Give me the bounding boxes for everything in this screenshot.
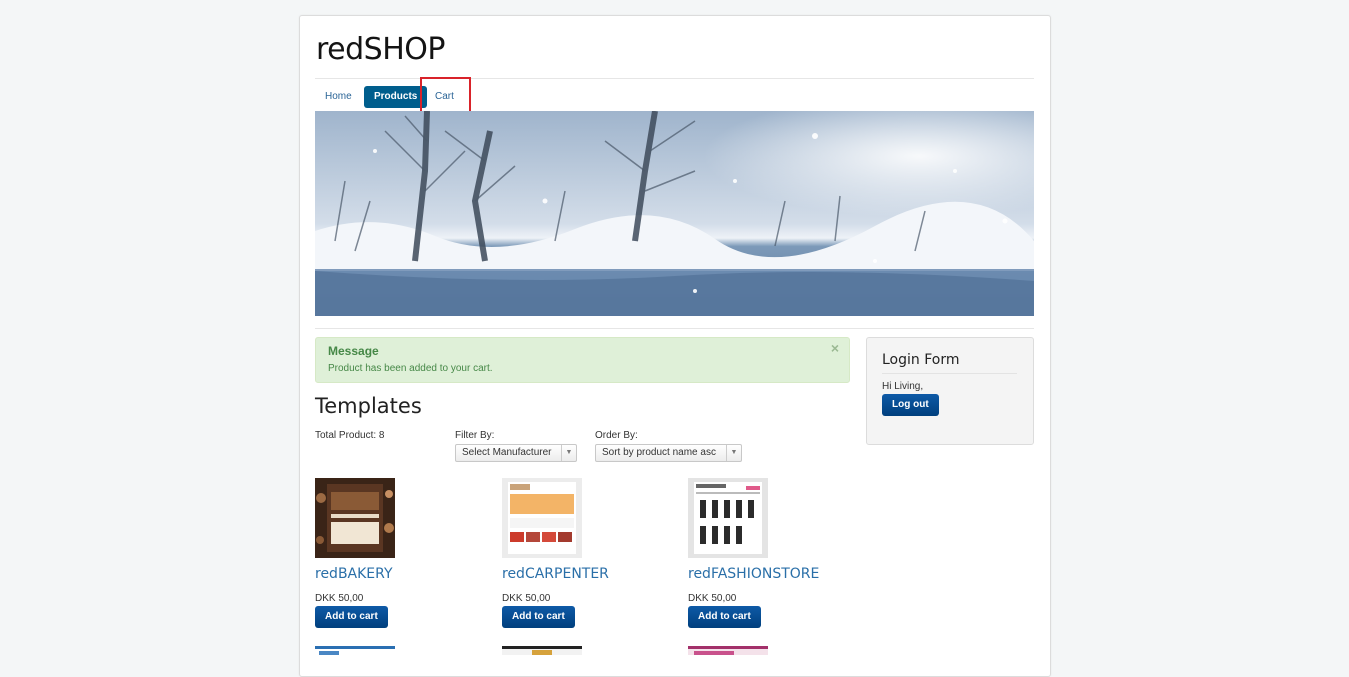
product-thumbnail[interactable] (315, 643, 395, 655)
order-select-value: Sort by product name asc (602, 447, 716, 458)
message-text: Product has been added to your cart. (328, 363, 493, 374)
filter-label: Filter By: (455, 430, 495, 441)
product-thumbnail[interactable] (315, 478, 395, 558)
order-select[interactable]: Sort by product name asc ▼ (595, 444, 742, 462)
product-name-link[interactable]: redCARPENTER (502, 566, 609, 582)
product-name-link[interactable]: redFASHIONSTORE (688, 566, 819, 582)
add-to-cart-button[interactable]: Add to cart (502, 606, 575, 628)
product-price: DKK 50,00 (315, 593, 364, 604)
logout-button[interactable]: Log out (882, 394, 939, 416)
product-thumbnail[interactable] (688, 478, 768, 558)
cart-highlight-box (420, 77, 471, 113)
product-price: DKK 50,00 (502, 593, 551, 604)
message-title: Message (328, 344, 379, 358)
manufacturer-select-value: Select Manufacturer (462, 447, 552, 458)
total-products: Total Product: 8 (315, 430, 385, 441)
nav-item-products[interactable]: Products (364, 86, 428, 108)
product-thumbnail[interactable] (502, 478, 582, 558)
page-container: redSHOP Home Products Cart Message Produ… (299, 15, 1051, 677)
close-icon[interactable]: × (831, 340, 839, 356)
winter-banner-image (315, 111, 1034, 316)
category-title: Templates (315, 394, 422, 418)
product-thumbnail[interactable] (688, 643, 768, 655)
add-to-cart-button[interactable]: Add to cart (315, 606, 388, 628)
product-price: DKK 50,00 (688, 593, 737, 604)
manufacturer-select[interactable]: Select Manufacturer ▼ (455, 444, 577, 462)
success-message: Message Product has been added to your c… (315, 337, 850, 383)
product-thumbnail[interactable] (502, 643, 582, 655)
add-to-cart-button[interactable]: Add to cart (688, 606, 761, 628)
chevron-down-icon: ▼ (561, 445, 576, 461)
login-divider (882, 373, 1017, 374)
nav-item-home[interactable]: Home (315, 86, 362, 108)
product-name-link[interactable]: redBAKERY (315, 566, 393, 582)
login-module: Login Form Hi Living, Log out (866, 337, 1034, 445)
login-form-title: Login Form (882, 352, 960, 368)
content-divider (315, 328, 1034, 329)
login-greeting: Hi Living, (882, 381, 924, 392)
site-brand[interactable]: redSHOP (316, 32, 445, 67)
order-label: Order By: (595, 430, 638, 441)
chevron-down-icon: ▼ (726, 445, 741, 461)
